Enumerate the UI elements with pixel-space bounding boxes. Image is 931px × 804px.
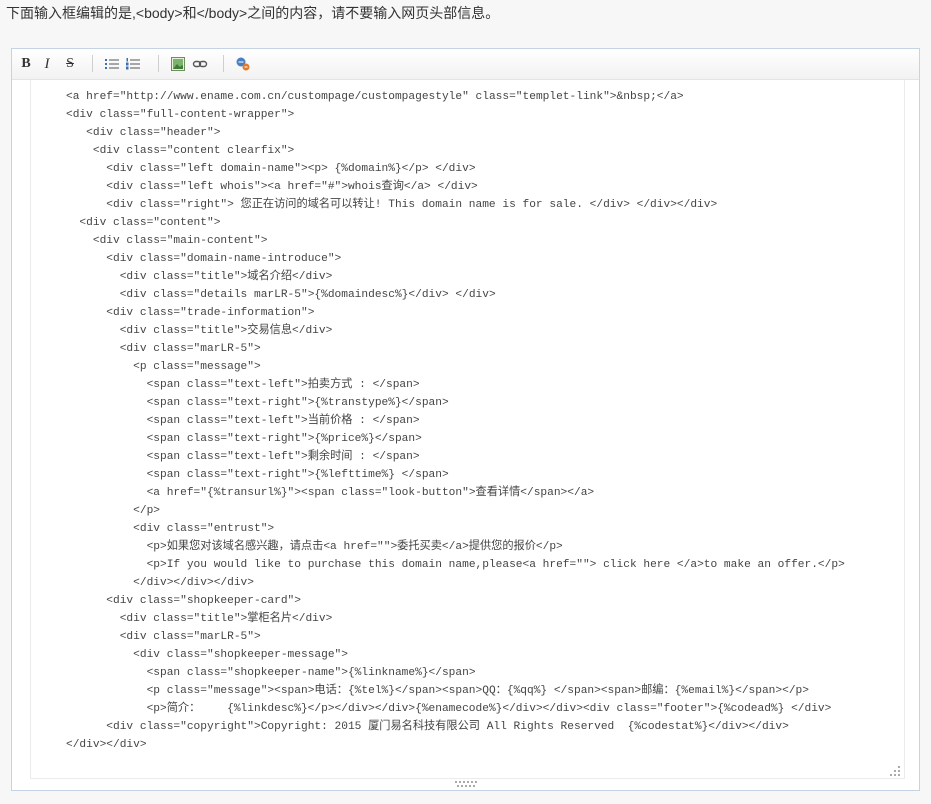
image-icon [171,57,185,71]
ordered-list-button[interactable] [125,56,141,72]
code-line: <span class="shopkeeper-name">{%linkname… [66,667,476,679]
corner-resize-icon[interactable] [890,766,900,776]
html-code-content[interactable]: <a href="http://www.ename.com.cn/customp… [31,80,904,754]
html-source-button[interactable] [235,56,251,72]
toolbar-divider [92,55,93,72]
code-line: <a href="http://www.ename.com.cn/customp… [66,91,684,103]
code-line: </div></div></div> [66,577,254,589]
code-line: <div class="shopkeeper-card"> [66,595,301,607]
insert-link-button[interactable] [192,56,208,72]
code-line: <p class="message"><span>电话：{%tel%}</spa… [66,685,809,697]
code-line: <span class="text-right">{%price%}</span… [66,433,422,445]
code-line: <div class="left whois"><a href="#">whoi… [66,181,478,193]
code-line: <p class="message"> [66,361,261,373]
code-line: <div class="shopkeeper-message"> [66,649,348,661]
code-line: <div class="content"> [66,217,221,229]
code-line: <div class="title">域名介绍</div> [66,271,333,283]
code-line: <div class="header"> [66,127,221,139]
code-line: <p>If you would like to purchase this do… [66,559,845,571]
code-line: <div class="content clearfix"> [66,145,295,157]
code-line: <div class="title">掌柜名片</div> [66,613,333,625]
code-line: <p>简介： {%linkdesc%}</p></div></div>{%ena… [66,703,832,715]
code-line: <div class="main-content"> [66,235,268,247]
code-line: <div class="title">交易信息</div> [66,325,333,337]
editor-instruction-text: 下面输入框编辑的是,<body>和</body>之间的内容，请不要输入网页头部信… [6,5,500,21]
toolbar-divider [223,55,224,72]
code-line: </p> [66,505,160,517]
ordered-list-icon [126,58,140,70]
bold-icon: B [21,56,31,71]
editor-toolbar: B I S [12,49,919,80]
bold-button[interactable]: B [18,56,34,72]
html-code-edit-area[interactable]: <a href="http://www.ename.com.cn/customp… [30,80,905,779]
code-line: <div class="right"> 您正在访问的域名可以转让! This d… [66,199,718,211]
code-line: <span class="text-right">{%transtype%}</… [66,397,449,409]
code-line: <div class="marLR-5"> [66,631,261,643]
italic-button[interactable]: I [39,56,55,72]
rich-text-editor: B I S <a href="http://www.ename.com.cn/c… [11,48,920,791]
code-line: <span class="text-left">剩余时间 : </span> [66,451,420,463]
unordered-list-icon [105,59,119,69]
code-line: <span class="text-left">拍卖方式 : </span> [66,379,420,391]
strikethrough-icon: S [66,56,74,71]
unordered-list-button[interactable] [104,56,120,72]
italic-icon: I [44,55,50,72]
code-line: <div class="left domain-name"><p> {%doma… [66,163,476,175]
insert-image-button[interactable] [170,56,186,72]
code-line: <a href="{%transurl%}"><span class="look… [66,487,595,499]
strikethrough-button[interactable]: S [62,56,78,72]
code-line: <div class="domain-name-introduce"> [66,253,342,265]
code-line: <div class="trade-information"> [66,307,315,319]
code-line: <span class="text-right">{%lefttime%} </… [66,469,449,481]
code-line: <div class="marLR-5"> [66,343,261,355]
resize-grip-icon[interactable] [455,781,477,787]
code-line: <p>如果您对该域名感兴趣，请点击<a href="">委托买卖</a>提供您的… [66,541,563,553]
code-line: <div class="full-content-wrapper"> [66,109,295,121]
code-line: <div class="entrust"> [66,523,275,535]
code-line: <span class="text-left">当前价格 : </span> [66,415,420,427]
code-line: <div class="details marLR-5">{%domaindes… [66,289,496,301]
link-icon [192,60,208,68]
code-line: <div class="copyright">Copyright: 2015 厦… [66,721,789,733]
toolbar-divider [158,55,159,72]
html-source-icon [236,57,250,71]
code-line: </div></div> [66,739,147,751]
